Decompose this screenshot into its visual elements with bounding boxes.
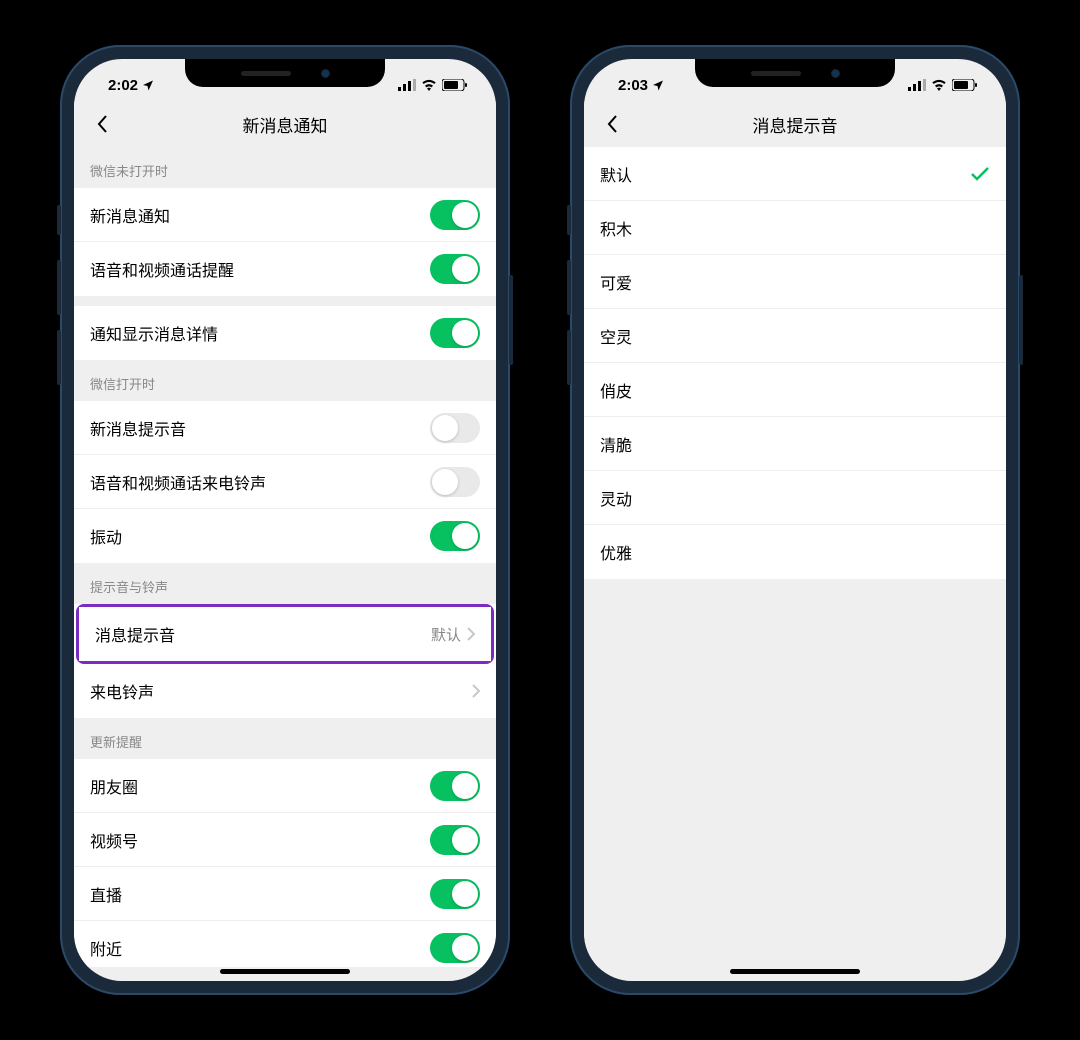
toggle-switch[interactable] — [430, 467, 480, 497]
settings-row[interactable]: 附近 — [74, 921, 496, 967]
status-time: 2:02 — [108, 77, 138, 94]
phone-right: 2:03 消息提示音 默认积木可爱空灵俏皮清脆灵动优雅 — [570, 45, 1020, 995]
sound-option-row[interactable]: 优雅 — [584, 525, 1006, 579]
sound-option-row[interactable]: 空灵 — [584, 309, 1006, 363]
wifi-icon — [421, 79, 437, 91]
page-title: 消息提示音 — [584, 112, 1006, 137]
toggle-switch[interactable] — [430, 771, 480, 801]
section-header: 微信未打开时 — [74, 147, 496, 188]
row-label: 语音和视频通话提醒 — [90, 257, 430, 281]
volume-down[interactable] — [57, 330, 61, 385]
status-time: 2:03 — [618, 77, 648, 94]
row-label: 清脆 — [600, 432, 990, 456]
toggle-switch[interactable] — [430, 413, 480, 443]
row-label: 可爱 — [600, 270, 990, 294]
volume-down[interactable] — [567, 330, 571, 385]
screen: 2:03 消息提示音 默认积木可爱空灵俏皮清脆灵动优雅 — [584, 59, 1006, 981]
power-button[interactable] — [509, 275, 513, 365]
row-label: 灵动 — [600, 486, 990, 510]
nav-bar: 消息提示音 — [584, 101, 1006, 147]
settings-row[interactable]: 语音和视频通话提醒 — [74, 242, 496, 296]
row-label: 附近 — [90, 936, 430, 960]
back-button[interactable] — [598, 109, 628, 139]
location-icon — [652, 79, 664, 91]
row-label: 振动 — [90, 524, 430, 548]
back-button[interactable] — [88, 109, 118, 139]
row-label: 直播 — [90, 882, 430, 906]
toggle-switch[interactable] — [430, 200, 480, 230]
row-label: 通知显示消息详情 — [90, 321, 430, 345]
settings-row[interactable]: 新消息通知 — [74, 188, 496, 242]
battery-icon — [952, 79, 978, 91]
section-header: 提示音与铃声 — [74, 563, 496, 604]
sound-options-list[interactable]: 默认积木可爱空灵俏皮清脆灵动优雅 — [584, 147, 1006, 967]
settings-list[interactable]: 微信未打开时 新消息通知语音和视频通话提醒 通知显示消息详情 微信打开时 新消息… — [74, 147, 496, 967]
settings-row[interactable]: 朋友圈 — [74, 759, 496, 813]
row-label: 新消息通知 — [90, 203, 430, 227]
chevron-right-icon — [472, 684, 480, 698]
row-label: 新消息提示音 — [90, 416, 430, 440]
settings-row[interactable]: 通知显示消息详情 — [74, 306, 496, 360]
row-label: 视频号 — [90, 828, 430, 852]
toggle-switch[interactable] — [430, 318, 480, 348]
toggle-switch[interactable] — [430, 933, 480, 963]
row-label: 空灵 — [600, 324, 990, 348]
row-label: 积木 — [600, 216, 990, 240]
row-label: 来电铃声 — [90, 679, 472, 703]
battery-icon — [442, 79, 468, 91]
mute-switch[interactable] — [567, 205, 571, 235]
settings-nav-row[interactable]: 消息提示音默认 — [79, 607, 491, 661]
settings-row[interactable]: 直播 — [74, 867, 496, 921]
location-icon — [142, 79, 154, 91]
sound-option-row[interactable]: 可爱 — [584, 255, 1006, 309]
row-label: 语音和视频通话来电铃声 — [90, 470, 430, 494]
row-label: 优雅 — [600, 540, 990, 564]
sound-option-row[interactable]: 积木 — [584, 201, 1006, 255]
notch — [185, 59, 385, 87]
home-indicator[interactable] — [220, 969, 350, 974]
row-value: 默认 — [431, 624, 461, 645]
phone-left: 2:02 新消息通知 微信未打开时 新消息通知语音和视频通话提醒 通知显示消息详… — [60, 45, 510, 995]
notch — [695, 59, 895, 87]
sound-option-row[interactable]: 俏皮 — [584, 363, 1006, 417]
chevron-left-icon — [97, 114, 109, 134]
sound-option-row[interactable]: 清脆 — [584, 417, 1006, 471]
power-button[interactable] — [1019, 275, 1023, 365]
check-icon — [970, 166, 990, 182]
settings-row[interactable]: 振动 — [74, 509, 496, 563]
volume-up[interactable] — [57, 260, 61, 315]
toggle-switch[interactable] — [430, 521, 480, 551]
chevron-right-icon — [467, 627, 475, 641]
nav-bar: 新消息通知 — [74, 101, 496, 147]
sound-option-row[interactable]: 灵动 — [584, 471, 1006, 525]
settings-row[interactable]: 新消息提示音 — [74, 401, 496, 455]
settings-row[interactable]: 视频号 — [74, 813, 496, 867]
volume-up[interactable] — [567, 260, 571, 315]
page-title: 新消息通知 — [74, 112, 496, 137]
section-header: 微信打开时 — [74, 360, 496, 401]
chevron-left-icon — [607, 114, 619, 134]
settings-nav-row[interactable]: 来电铃声 — [74, 664, 496, 718]
signal-icon — [908, 79, 926, 91]
mute-switch[interactable] — [57, 205, 61, 235]
toggle-switch[interactable] — [430, 254, 480, 284]
row-label: 朋友圈 — [90, 774, 430, 798]
wifi-icon — [931, 79, 947, 91]
toggle-switch[interactable] — [430, 879, 480, 909]
home-indicator[interactable] — [730, 969, 860, 974]
screen: 2:02 新消息通知 微信未打开时 新消息通知语音和视频通话提醒 通知显示消息详… — [74, 59, 496, 981]
row-label: 消息提示音 — [95, 622, 431, 646]
row-label: 默认 — [600, 162, 970, 186]
toggle-switch[interactable] — [430, 825, 480, 855]
signal-icon — [398, 79, 416, 91]
sound-option-row[interactable]: 默认 — [584, 147, 1006, 201]
row-label: 俏皮 — [600, 378, 990, 402]
settings-row[interactable]: 语音和视频通话来电铃声 — [74, 455, 496, 509]
section-header: 更新提醒 — [74, 718, 496, 759]
